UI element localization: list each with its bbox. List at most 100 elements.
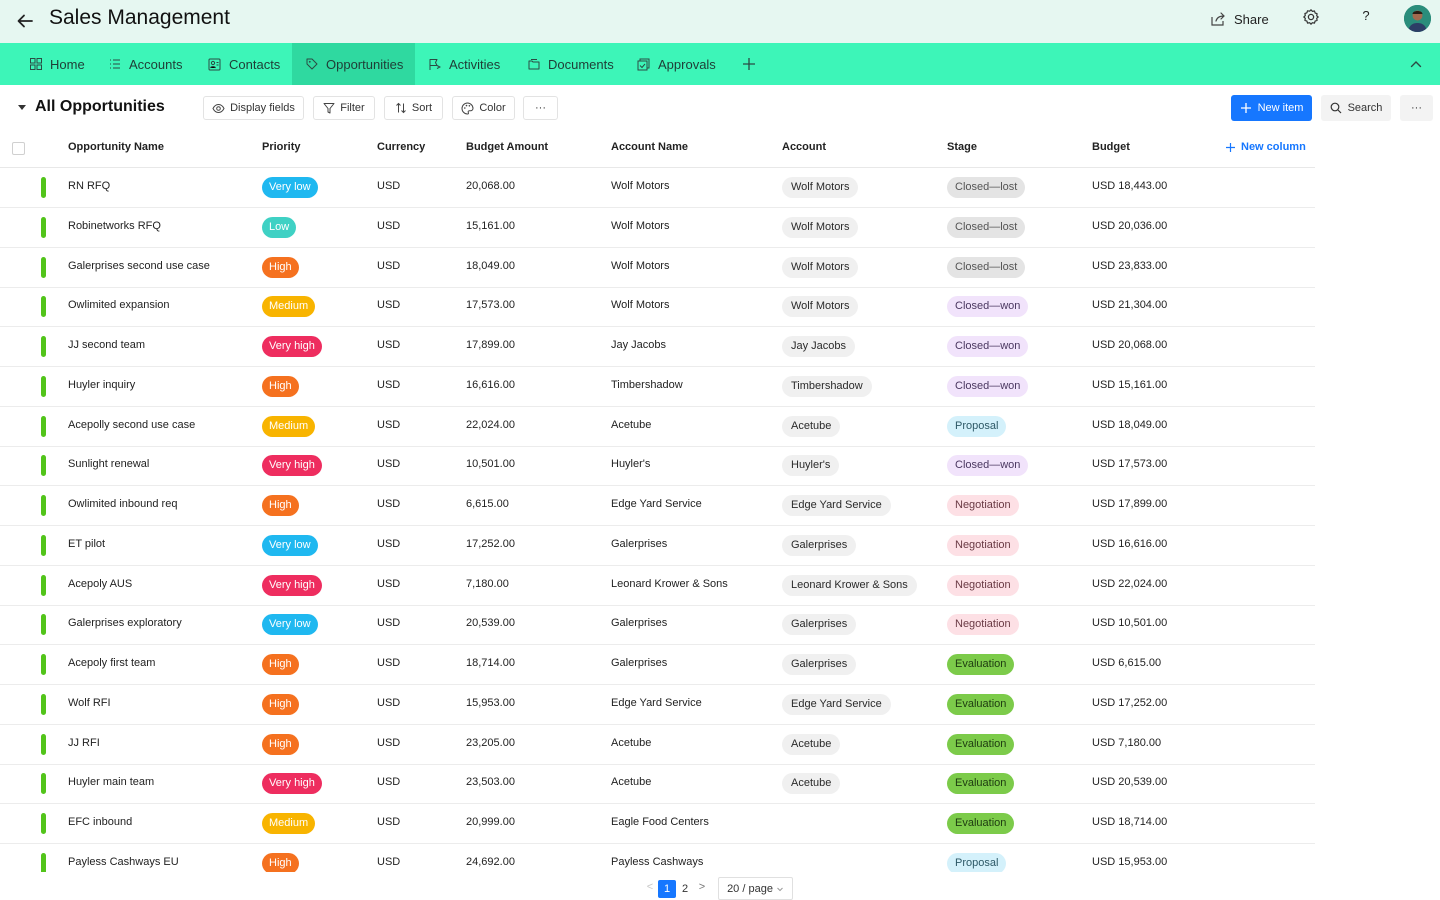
account-tag[interactable]: Wolf Motors bbox=[782, 256, 859, 278]
stage-badge[interactable]: Closed—lost bbox=[947, 256, 1026, 278]
column-header-priority[interactable]: Priority bbox=[262, 141, 301, 153]
priority-badge[interactable]: High bbox=[262, 693, 299, 715]
account-tag[interactable]: Leonard Krower & Sons bbox=[782, 574, 917, 596]
account-tag[interactable]: Acetube bbox=[782, 415, 841, 437]
color-button[interactable]: Color bbox=[452, 96, 515, 120]
add-tab-button[interactable] bbox=[740, 55, 758, 73]
table-row[interactable]: Acepoly AUS Very high USD 7,180.00 Leonard K… bbox=[0, 566, 1315, 606]
stage-badge[interactable]: Closed—lost bbox=[947, 216, 1026, 238]
more-actions-button[interactable]: ··· bbox=[1400, 95, 1433, 121]
tab-accounts[interactable]: Accounts bbox=[100, 43, 195, 85]
stage-badge[interactable]: Closed—won bbox=[947, 375, 1029, 397]
table-row[interactable]: ET pilot Very low USD 17,252.00 Galerprises G… bbox=[0, 526, 1315, 566]
account-tag[interactable]: Acetube bbox=[782, 733, 841, 755]
account-tag[interactable]: Wolf Motors bbox=[782, 296, 859, 318]
stage-badge[interactable]: Evaluation bbox=[947, 773, 1015, 795]
stage-badge[interactable]: Negotiation bbox=[947, 534, 1019, 556]
avatar[interactable] bbox=[1404, 5, 1431, 32]
table-row[interactable]: Owlimited inbound req High USD 6,615.00 Edge… bbox=[0, 486, 1315, 526]
stage-badge[interactable]: Negotiation bbox=[947, 614, 1019, 636]
new-item-button[interactable]: New item bbox=[1231, 95, 1312, 121]
priority-badge[interactable]: Low bbox=[262, 216, 297, 238]
page-size-select[interactable]: 20 / page bbox=[718, 877, 793, 900]
priority-badge[interactable]: Medium bbox=[262, 813, 316, 834]
priority-badge[interactable]: Very high bbox=[262, 574, 322, 596]
stage-badge[interactable]: Closed—won bbox=[947, 455, 1029, 477]
table-row[interactable]: Wolf RFI High USD 15,953.00 Edge Yard Servic… bbox=[0, 685, 1315, 725]
settings-button[interactable] bbox=[1302, 8, 1322, 28]
view-selector[interactable]: All Opportunities bbox=[17, 96, 165, 118]
column-header-account[interactable]: Account bbox=[782, 141, 826, 153]
account-tag[interactable]: Huyler's bbox=[782, 455, 840, 477]
table-row[interactable]: Huyler inquiry High USD 16,616.00 Timbershad… bbox=[0, 367, 1315, 407]
account-tag[interactable]: Jay Jacobs bbox=[782, 336, 856, 357]
table-row[interactable]: RN RFQ Very low USD 20,068.00 Wolf Motors Wol… bbox=[0, 168, 1315, 208]
stage-badge[interactable]: Proposal bbox=[947, 415, 1007, 437]
stage-badge[interactable]: Evaluation bbox=[947, 733, 1015, 755]
priority-badge[interactable]: Medium bbox=[262, 415, 316, 437]
table-row[interactable]: Owlimited expansion Medium USD 17,573.00 Wol… bbox=[0, 287, 1315, 328]
priority-badge[interactable]: High bbox=[262, 495, 299, 516]
back-button[interactable] bbox=[12, 8, 38, 34]
column-header-budget[interactable]: Budget bbox=[1092, 141, 1130, 153]
priority-badge[interactable]: Very high bbox=[262, 773, 322, 795]
stage-badge[interactable]: Negotiation bbox=[947, 495, 1019, 516]
priority-badge[interactable]: High bbox=[262, 375, 299, 397]
account-tag[interactable]: Acetube bbox=[782, 773, 841, 795]
stage-badge[interactable]: Closed—won bbox=[947, 296, 1029, 318]
account-tag[interactable]: Wolf Motors bbox=[782, 216, 859, 238]
table-row[interactable]: Sunlight renewal Very high USD 10,501.00 Huy… bbox=[0, 446, 1315, 487]
next-page-button[interactable]: > bbox=[697, 881, 707, 895]
table-row[interactable]: Galerprises exploratory Very low USD 20,539… bbox=[0, 605, 1315, 646]
column-header-currency[interactable]: Currency bbox=[377, 141, 425, 153]
stage-badge[interactable]: Closed—lost bbox=[947, 177, 1026, 198]
table-row[interactable]: Acepoly first team High USD 18,714.00 Galerp… bbox=[0, 645, 1315, 685]
column-header-stage[interactable]: Stage bbox=[947, 141, 977, 153]
sort-button[interactable]: Sort bbox=[384, 96, 443, 120]
table-row[interactable]: Robinetworks RFQ Low USD 15,161.00 Wolf Moto… bbox=[0, 208, 1315, 248]
tab-activities[interactable]: Activities bbox=[418, 43, 516, 85]
table-row[interactable]: JJ RFI High USD 23,205.00 Acetube Acetube Eval… bbox=[0, 725, 1315, 765]
priority-badge[interactable]: Very high bbox=[262, 455, 322, 477]
column-header-name[interactable]: Opportunity Name bbox=[68, 141, 164, 153]
stage-badge[interactable]: Evaluation bbox=[947, 813, 1015, 834]
stage-badge[interactable]: Negotiation bbox=[947, 574, 1019, 596]
account-tag[interactable]: Edge Yard Service bbox=[782, 495, 891, 516]
tab-opportunities[interactable]: Opportunities bbox=[292, 43, 415, 85]
help-button[interactable]: ? bbox=[1359, 8, 1373, 28]
table-row[interactable]: Payless Cashways EU High USD 24,692.00 Payle… bbox=[0, 844, 1315, 872]
table-row[interactable]: Galerprises second use case High USD 18,049… bbox=[0, 248, 1315, 288]
tab-documents[interactable]: Documents bbox=[518, 43, 626, 85]
page-1-button[interactable]: 1 bbox=[658, 880, 676, 898]
priority-badge[interactable]: High bbox=[262, 733, 299, 755]
table-row[interactable]: JJ second team Very high USD 17,899.00 Jay J… bbox=[0, 327, 1315, 367]
table-row[interactable]: Huyler main team Very high USD 23,503.00 Ace… bbox=[0, 764, 1315, 805]
priority-badge[interactable]: Very low bbox=[262, 534, 318, 556]
new-column-button[interactable]: New column bbox=[1225, 141, 1306, 153]
priority-badge[interactable]: Very high bbox=[262, 336, 322, 357]
select-all-checkbox[interactable] bbox=[12, 142, 25, 155]
priority-badge[interactable]: Very low bbox=[262, 614, 318, 636]
stage-badge[interactable]: Proposal bbox=[947, 852, 1007, 872]
tab-home[interactable]: Home bbox=[20, 43, 100, 85]
column-header-account-name[interactable]: Account Name bbox=[611, 141, 688, 153]
stage-badge[interactable]: Closed—won bbox=[947, 336, 1029, 357]
account-tag[interactable]: Edge Yard Service bbox=[782, 693, 891, 715]
search-button[interactable]: Search bbox=[1321, 95, 1391, 121]
page-2-button[interactable]: 2 bbox=[678, 880, 692, 898]
display-fields-button[interactable]: Display fields bbox=[203, 96, 304, 120]
priority-badge[interactable]: High bbox=[262, 256, 299, 278]
account-tag[interactable]: Galerprises bbox=[782, 654, 857, 675]
table-row[interactable]: EFC inbound Medium USD 20,999.00 Eagle Food … bbox=[0, 804, 1315, 844]
priority-badge[interactable]: Very low bbox=[262, 177, 318, 198]
account-tag[interactable]: Timbershadow bbox=[782, 375, 872, 397]
column-header-budget-amount[interactable]: Budget Amount bbox=[466, 141, 548, 153]
account-tag[interactable]: Galerprises bbox=[782, 534, 857, 556]
prev-page-button[interactable]: < bbox=[645, 881, 655, 895]
account-tag[interactable]: Galerprises bbox=[782, 614, 857, 636]
share-button[interactable]: Share bbox=[1210, 8, 1269, 30]
more-options-button[interactable]: ··· bbox=[523, 96, 558, 120]
collapse-nav-button[interactable] bbox=[1408, 56, 1424, 72]
stage-badge[interactable]: Evaluation bbox=[947, 693, 1015, 715]
priority-badge[interactable]: High bbox=[262, 852, 299, 872]
